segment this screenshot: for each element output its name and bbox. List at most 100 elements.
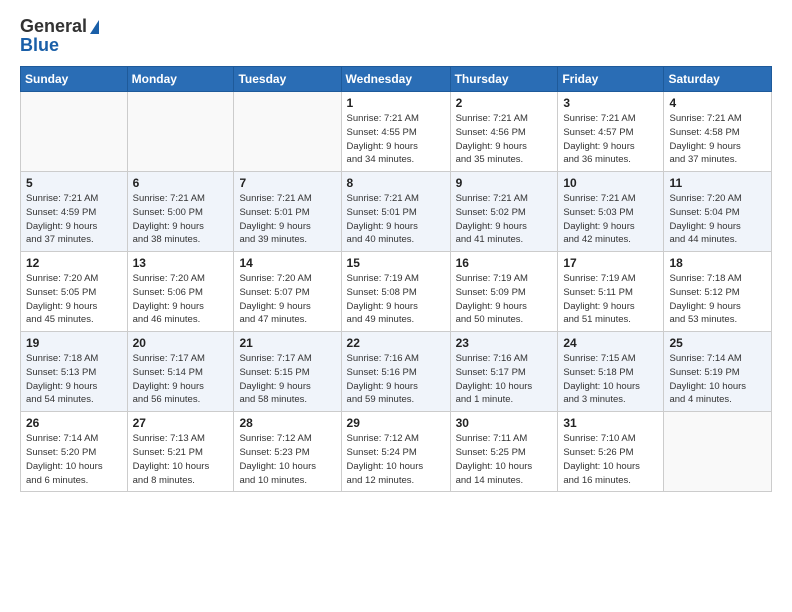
calendar-day-21: 21 Sunrise: 7:17 AM Sunset: 5:15 PM Dayli…: [234, 332, 341, 412]
calendar-week-row: 1 Sunrise: 7:21 AM Sunset: 4:55 PM Daylig…: [21, 92, 772, 172]
day-info: Sunrise: 7:16 AM Sunset: 5:17 PM Dayligh…: [456, 352, 553, 407]
calendar-day-10: 10 Sunrise: 7:21 AM Sunset: 5:03 PM Dayli…: [558, 172, 664, 252]
day-number: 24: [563, 336, 658, 350]
logo-general-text: General: [20, 16, 87, 37]
day-info: Sunrise: 7:17 AM Sunset: 5:15 PM Dayligh…: [239, 352, 335, 407]
day-number: 18: [669, 256, 766, 270]
calendar-day-29: 29 Sunrise: 7:12 AM Sunset: 5:24 PM Dayli…: [341, 412, 450, 492]
calendar-day-18: 18 Sunrise: 7:18 AM Sunset: 5:12 PM Dayli…: [664, 252, 772, 332]
calendar-day-11: 11 Sunrise: 7:20 AM Sunset: 5:04 PM Dayli…: [664, 172, 772, 252]
calendar-day-13: 13Sunrise: 7:20 AM Sunset: 5:06 PM Dayli…: [127, 252, 234, 332]
day-number: 9: [456, 176, 553, 190]
day-number: 28: [239, 416, 335, 430]
day-info: Sunrise: 7:11 AM Sunset: 5:25 PM Dayligh…: [456, 432, 553, 487]
calendar-day-30: 30 Sunrise: 7:11 AM Sunset: 5:25 PM Dayli…: [450, 412, 558, 492]
day-info: Sunrise: 7:14 AM Sunset: 5:19 PM Dayligh…: [669, 352, 766, 407]
calendar-table: SundayMondayTuesdayWednesdayThursdayFrid…: [20, 66, 772, 492]
calendar-day-24: 24 Sunrise: 7:15 AM Sunset: 5:18 PM Dayli…: [558, 332, 664, 412]
logo-blue-text: Blue: [20, 35, 59, 56]
calendar-week-row: 26 Sunrise: 7:14 AM Sunset: 5:20 PM Dayli…: [21, 412, 772, 492]
day-number: 11: [669, 176, 766, 190]
day-number: 4: [669, 96, 766, 110]
calendar-day-2: 2 Sunrise: 7:21 AM Sunset: 4:56 PM Daylig…: [450, 92, 558, 172]
page: General Blue SundayMondayTuesdayWednesda…: [0, 0, 792, 512]
day-number: 29: [347, 416, 445, 430]
day-number: 27: [133, 416, 229, 430]
day-number: 26: [26, 416, 122, 430]
day-number: 21: [239, 336, 335, 350]
day-info: Sunrise: 7:17 AM Sunset: 5:14 PM Dayligh…: [133, 352, 229, 407]
weekday-header-friday: Friday: [558, 67, 664, 92]
weekday-header-wednesday: Wednesday: [341, 67, 450, 92]
day-info: Sunrise: 7:20 AM Sunset: 5:05 PM Dayligh…: [26, 272, 122, 327]
calendar-day-31: 31Sunrise: 7:10 AM Sunset: 5:26 PM Dayli…: [558, 412, 664, 492]
calendar-day-20: 20Sunrise: 7:17 AM Sunset: 5:14 PM Dayli…: [127, 332, 234, 412]
day-number: 25: [669, 336, 766, 350]
day-info: Sunrise: 7:20 AM Sunset: 5:06 PM Dayligh…: [133, 272, 229, 327]
day-info: Sunrise: 7:21 AM Sunset: 4:56 PM Dayligh…: [456, 112, 553, 167]
calendar-day-4: 4 Sunrise: 7:21 AM Sunset: 4:58 PM Daylig…: [664, 92, 772, 172]
day-info: Sunrise: 7:18 AM Sunset: 5:12 PM Dayligh…: [669, 272, 766, 327]
day-number: 1: [347, 96, 445, 110]
day-info: Sunrise: 7:19 AM Sunset: 5:08 PM Dayligh…: [347, 272, 445, 327]
day-info: Sunrise: 7:21 AM Sunset: 4:55 PM Dayligh…: [347, 112, 445, 167]
day-info: Sunrise: 7:21 AM Sunset: 4:57 PM Dayligh…: [563, 112, 658, 167]
day-number: 7: [239, 176, 335, 190]
day-number: 30: [456, 416, 553, 430]
calendar-day-12: 12Sunrise: 7:20 AM Sunset: 5:05 PM Dayli…: [21, 252, 128, 332]
day-number: 2: [456, 96, 553, 110]
calendar-week-row: 12Sunrise: 7:20 AM Sunset: 5:05 PM Dayli…: [21, 252, 772, 332]
day-number: 17: [563, 256, 658, 270]
calendar-day-19: 19Sunrise: 7:18 AM Sunset: 5:13 PM Dayli…: [21, 332, 128, 412]
day-number: 10: [563, 176, 658, 190]
day-info: Sunrise: 7:18 AM Sunset: 5:13 PM Dayligh…: [26, 352, 122, 407]
day-info: Sunrise: 7:12 AM Sunset: 5:24 PM Dayligh…: [347, 432, 445, 487]
day-number: 3: [563, 96, 658, 110]
weekday-header-thursday: Thursday: [450, 67, 558, 92]
calendar-day-14: 14 Sunrise: 7:20 AM Sunset: 5:07 PM Dayli…: [234, 252, 341, 332]
weekday-header-monday: Monday: [127, 67, 234, 92]
day-info: Sunrise: 7:19 AM Sunset: 5:11 PM Dayligh…: [563, 272, 658, 327]
day-number: 15: [347, 256, 445, 270]
calendar-day-15: 15 Sunrise: 7:19 AM Sunset: 5:08 PM Dayli…: [341, 252, 450, 332]
logo-triangle-icon: [90, 20, 99, 34]
calendar-day-7: 7 Sunrise: 7:21 AM Sunset: 5:01 PM Daylig…: [234, 172, 341, 252]
calendar-day-27: 27 Sunrise: 7:13 AM Sunset: 5:21 PM Dayli…: [127, 412, 234, 492]
calendar-day-26: 26 Sunrise: 7:14 AM Sunset: 5:20 PM Dayli…: [21, 412, 128, 492]
calendar-day-16: 16Sunrise: 7:19 AM Sunset: 5:09 PM Dayli…: [450, 252, 558, 332]
day-info: Sunrise: 7:21 AM Sunset: 4:59 PM Dayligh…: [26, 192, 122, 247]
day-info: Sunrise: 7:19 AM Sunset: 5:09 PM Dayligh…: [456, 272, 553, 327]
calendar-empty-cell: [21, 92, 128, 172]
day-info: Sunrise: 7:21 AM Sunset: 5:01 PM Dayligh…: [239, 192, 335, 247]
calendar-empty-cell: [127, 92, 234, 172]
calendar-day-23: 23Sunrise: 7:16 AM Sunset: 5:17 PM Dayli…: [450, 332, 558, 412]
calendar-week-row: 5Sunrise: 7:21 AM Sunset: 4:59 PM Daylig…: [21, 172, 772, 252]
calendar-day-3: 3 Sunrise: 7:21 AM Sunset: 4:57 PM Daylig…: [558, 92, 664, 172]
day-number: 8: [347, 176, 445, 190]
calendar-day-1: 1 Sunrise: 7:21 AM Sunset: 4:55 PM Daylig…: [341, 92, 450, 172]
day-info: Sunrise: 7:21 AM Sunset: 5:01 PM Dayligh…: [347, 192, 445, 247]
calendar-day-22: 22 Sunrise: 7:16 AM Sunset: 5:16 PM Dayli…: [341, 332, 450, 412]
header: General Blue: [20, 16, 772, 56]
day-info: Sunrise: 7:21 AM Sunset: 5:03 PM Dayligh…: [563, 192, 658, 247]
calendar-day-28: 28Sunrise: 7:12 AM Sunset: 5:23 PM Dayli…: [234, 412, 341, 492]
day-info: Sunrise: 7:21 AM Sunset: 4:58 PM Dayligh…: [669, 112, 766, 167]
day-info: Sunrise: 7:20 AM Sunset: 5:07 PM Dayligh…: [239, 272, 335, 327]
day-info: Sunrise: 7:21 AM Sunset: 5:02 PM Dayligh…: [456, 192, 553, 247]
day-info: Sunrise: 7:14 AM Sunset: 5:20 PM Dayligh…: [26, 432, 122, 487]
calendar-empty-cell: [234, 92, 341, 172]
day-number: 14: [239, 256, 335, 270]
day-info: Sunrise: 7:20 AM Sunset: 5:04 PM Dayligh…: [669, 192, 766, 247]
calendar-day-25: 25 Sunrise: 7:14 AM Sunset: 5:19 PM Dayli…: [664, 332, 772, 412]
logo: General Blue: [20, 16, 99, 56]
day-number: 31: [563, 416, 658, 430]
day-number: 22: [347, 336, 445, 350]
calendar-week-row: 19Sunrise: 7:18 AM Sunset: 5:13 PM Dayli…: [21, 332, 772, 412]
weekday-header-row: SundayMondayTuesdayWednesdayThursdayFrid…: [21, 67, 772, 92]
day-info: Sunrise: 7:15 AM Sunset: 5:18 PM Dayligh…: [563, 352, 658, 407]
day-info: Sunrise: 7:16 AM Sunset: 5:16 PM Dayligh…: [347, 352, 445, 407]
calendar-day-6: 6Sunrise: 7:21 AM Sunset: 5:00 PM Daylig…: [127, 172, 234, 252]
weekday-header-saturday: Saturday: [664, 67, 772, 92]
calendar-day-5: 5Sunrise: 7:21 AM Sunset: 4:59 PM Daylig…: [21, 172, 128, 252]
day-info: Sunrise: 7:13 AM Sunset: 5:21 PM Dayligh…: [133, 432, 229, 487]
